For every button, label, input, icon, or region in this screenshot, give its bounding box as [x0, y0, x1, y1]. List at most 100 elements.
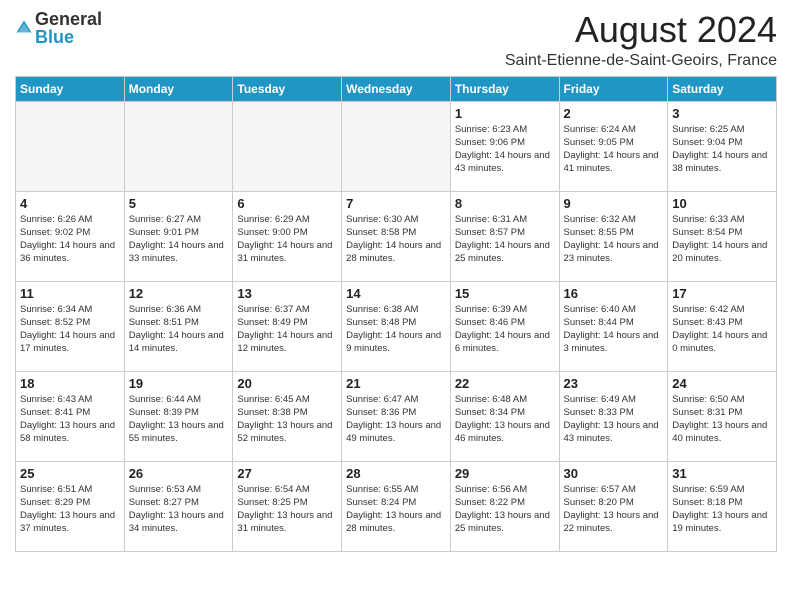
day-number: 21: [346, 376, 446, 391]
day-info: Sunrise: 6:57 AM Sunset: 8:20 PM Dayligh…: [564, 483, 664, 536]
weekday-header-row: SundayMondayTuesdayWednesdayThursdayFrid…: [16, 76, 777, 101]
day-info: Sunrise: 6:37 AM Sunset: 8:49 PM Dayligh…: [237, 303, 337, 356]
day-number: 17: [672, 286, 772, 301]
week-row-5: 25 Sunrise: 6:51 AM Sunset: 8:29 PM Dayli…: [16, 461, 777, 551]
day-info: Sunrise: 6:26 AM Sunset: 9:02 PM Dayligh…: [20, 213, 120, 266]
day-number: 28: [346, 466, 446, 481]
logo: General Blue: [15, 10, 102, 46]
calendar-cell: [124, 101, 233, 191]
calendar-cell: 24 Sunrise: 6:50 AM Sunset: 8:31 PM Dayli…: [668, 371, 777, 461]
calendar-cell: 20 Sunrise: 6:45 AM Sunset: 8:38 PM Dayli…: [233, 371, 342, 461]
day-info: Sunrise: 6:34 AM Sunset: 8:52 PM Dayligh…: [20, 303, 120, 356]
day-number: 23: [564, 376, 664, 391]
calendar-cell: [16, 101, 125, 191]
calendar-table: SundayMondayTuesdayWednesdayThursdayFrid…: [15, 76, 777, 552]
calendar-cell: 29 Sunrise: 6:56 AM Sunset: 8:22 PM Dayli…: [450, 461, 559, 551]
calendar-cell: [233, 101, 342, 191]
calendar-cell: 5 Sunrise: 6:27 AM Sunset: 9:01 PM Daylig…: [124, 191, 233, 281]
calendar-cell: 16Sunrise: 6:40 AM Sunset: 8:44 PM Dayli…: [559, 281, 668, 371]
weekday-header-tuesday: Tuesday: [233, 76, 342, 101]
day-info: Sunrise: 6:40 AM Sunset: 8:44 PM Dayligh…: [564, 303, 664, 356]
week-row-2: 4Sunrise: 6:26 AM Sunset: 9:02 PM Daylig…: [16, 191, 777, 281]
day-number: 29: [455, 466, 555, 481]
calendar-cell: 2 Sunrise: 6:24 AM Sunset: 9:05 PM Daylig…: [559, 101, 668, 191]
calendar-cell: 13 Sunrise: 6:37 AM Sunset: 8:49 PM Dayli…: [233, 281, 342, 371]
day-info: Sunrise: 6:53 AM Sunset: 8:27 PM Dayligh…: [129, 483, 229, 536]
logo-general-text: General: [35, 10, 102, 28]
day-number: 19: [129, 376, 229, 391]
day-number: 7: [346, 196, 446, 211]
day-info: Sunrise: 6:33 AM Sunset: 8:54 PM Dayligh…: [672, 213, 772, 266]
calendar-cell: 21 Sunrise: 6:47 AM Sunset: 8:36 PM Dayli…: [342, 371, 451, 461]
day-info: Sunrise: 6:56 AM Sunset: 8:22 PM Dayligh…: [455, 483, 555, 536]
day-info: Sunrise: 6:55 AM Sunset: 8:24 PM Dayligh…: [346, 483, 446, 536]
day-number: 12: [129, 286, 229, 301]
day-number: 14: [346, 286, 446, 301]
weekday-header-saturday: Saturday: [668, 76, 777, 101]
day-number: 22: [455, 376, 555, 391]
day-info: Sunrise: 6:27 AM Sunset: 9:01 PM Dayligh…: [129, 213, 229, 266]
calendar-cell: 25 Sunrise: 6:51 AM Sunset: 8:29 PM Dayli…: [16, 461, 125, 551]
weekday-header-monday: Monday: [124, 76, 233, 101]
calendar-cell: 23Sunrise: 6:49 AM Sunset: 8:33 PM Dayli…: [559, 371, 668, 461]
day-info: Sunrise: 6:42 AM Sunset: 8:43 PM Dayligh…: [672, 303, 772, 356]
calendar-cell: 27Sunrise: 6:54 AM Sunset: 8:25 PM Dayli…: [233, 461, 342, 551]
day-info: Sunrise: 6:38 AM Sunset: 8:48 PM Dayligh…: [346, 303, 446, 356]
day-number: 30: [564, 466, 664, 481]
day-number: 11: [20, 286, 120, 301]
day-number: 10: [672, 196, 772, 211]
week-row-4: 18 Sunrise: 6:43 AM Sunset: 8:41 PM Dayli…: [16, 371, 777, 461]
calendar-cell: 15 Sunrise: 6:39 AM Sunset: 8:46 PM Dayli…: [450, 281, 559, 371]
logo-icon: [15, 19, 33, 37]
day-info: Sunrise: 6:32 AM Sunset: 8:55 PM Dayligh…: [564, 213, 664, 266]
weekday-header-sunday: Sunday: [16, 76, 125, 101]
calendar-cell: 1 Sunrise: 6:23 AM Sunset: 9:06 PM Daylig…: [450, 101, 559, 191]
day-number: 18: [20, 376, 120, 391]
weekday-header-friday: Friday: [559, 76, 668, 101]
day-number: 9: [564, 196, 664, 211]
day-info: Sunrise: 6:36 AM Sunset: 8:51 PM Dayligh…: [129, 303, 229, 356]
calendar-cell: 12 Sunrise: 6:36 AM Sunset: 8:51 PM Dayli…: [124, 281, 233, 371]
calendar-cell: 17 Sunrise: 6:42 AM Sunset: 8:43 PM Dayli…: [668, 281, 777, 371]
calendar-cell: 7 Sunrise: 6:30 AM Sunset: 8:58 PM Daylig…: [342, 191, 451, 281]
day-number: 1: [455, 106, 555, 121]
day-number: 24: [672, 376, 772, 391]
day-info: Sunrise: 6:43 AM Sunset: 8:41 PM Dayligh…: [20, 393, 120, 446]
day-info: Sunrise: 6:45 AM Sunset: 8:38 PM Dayligh…: [237, 393, 337, 446]
day-info: Sunrise: 6:25 AM Sunset: 9:04 PM Dayligh…: [672, 123, 772, 176]
day-info: Sunrise: 6:24 AM Sunset: 9:05 PM Dayligh…: [564, 123, 664, 176]
calendar-cell: 3 Sunrise: 6:25 AM Sunset: 9:04 PM Daylig…: [668, 101, 777, 191]
weekday-header-wednesday: Wednesday: [342, 76, 451, 101]
day-number: 5: [129, 196, 229, 211]
calendar-cell: 26 Sunrise: 6:53 AM Sunset: 8:27 PM Dayli…: [124, 461, 233, 551]
calendar-cell: 31Sunrise: 6:59 AM Sunset: 8:18 PM Dayli…: [668, 461, 777, 551]
day-number: 26: [129, 466, 229, 481]
day-number: 3: [672, 106, 772, 121]
calendar-cell: 6Sunrise: 6:29 AM Sunset: 9:00 PM Daylig…: [233, 191, 342, 281]
calendar-cell: 9 Sunrise: 6:32 AM Sunset: 8:55 PM Daylig…: [559, 191, 668, 281]
logo-blue-text: Blue: [35, 28, 102, 46]
day-number: 20: [237, 376, 337, 391]
calendar-cell: 4Sunrise: 6:26 AM Sunset: 9:02 PM Daylig…: [16, 191, 125, 281]
day-number: 15: [455, 286, 555, 301]
day-info: Sunrise: 6:23 AM Sunset: 9:06 PM Dayligh…: [455, 123, 555, 176]
day-info: Sunrise: 6:50 AM Sunset: 8:31 PM Dayligh…: [672, 393, 772, 446]
day-info: Sunrise: 6:44 AM Sunset: 8:39 PM Dayligh…: [129, 393, 229, 446]
day-info: Sunrise: 6:47 AM Sunset: 8:36 PM Dayligh…: [346, 393, 446, 446]
day-info: Sunrise: 6:51 AM Sunset: 8:29 PM Dayligh…: [20, 483, 120, 536]
day-info: Sunrise: 6:39 AM Sunset: 8:46 PM Dayligh…: [455, 303, 555, 356]
calendar-cell: [342, 101, 451, 191]
day-number: 25: [20, 466, 120, 481]
calendar-cell: 22Sunrise: 6:48 AM Sunset: 8:34 PM Dayli…: [450, 371, 559, 461]
calendar-cell: 28 Sunrise: 6:55 AM Sunset: 8:24 PM Dayli…: [342, 461, 451, 551]
calendar-cell: 8Sunrise: 6:31 AM Sunset: 8:57 PM Daylig…: [450, 191, 559, 281]
calendar-cell: 18 Sunrise: 6:43 AM Sunset: 8:41 PM Dayli…: [16, 371, 125, 461]
header: General Blue August 2024 Saint-Etienne-d…: [15, 10, 777, 70]
day-number: 13: [237, 286, 337, 301]
day-info: Sunrise: 6:30 AM Sunset: 8:58 PM Dayligh…: [346, 213, 446, 266]
day-info: Sunrise: 6:29 AM Sunset: 9:00 PM Dayligh…: [237, 213, 337, 266]
week-row-3: 11 Sunrise: 6:34 AM Sunset: 8:52 PM Dayli…: [16, 281, 777, 371]
calendar-cell: 19 Sunrise: 6:44 AM Sunset: 8:39 PM Dayli…: [124, 371, 233, 461]
day-number: 2: [564, 106, 664, 121]
day-info: Sunrise: 6:31 AM Sunset: 8:57 PM Dayligh…: [455, 213, 555, 266]
